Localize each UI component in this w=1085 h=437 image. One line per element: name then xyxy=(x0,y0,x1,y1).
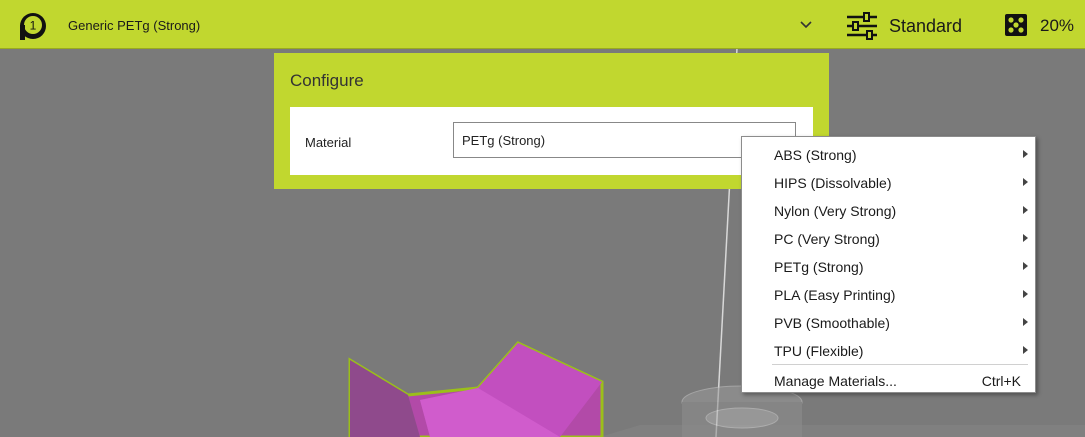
menu-item-label: PLA (Easy Printing) xyxy=(774,287,896,303)
settings-sliders-icon[interactable] xyxy=(845,12,879,40)
submenu-arrow-icon xyxy=(1023,318,1028,326)
extruder-number: 1 xyxy=(30,19,37,33)
menu-item-label: ABS (Strong) xyxy=(774,147,857,163)
material-select-value: PETg (Strong) xyxy=(462,133,546,148)
configure-title: Configure xyxy=(290,71,364,90)
material-label: Material xyxy=(305,135,352,150)
submenu-arrow-icon xyxy=(1023,234,1028,242)
chevron-down-icon[interactable] xyxy=(798,16,814,32)
submenu-arrow-icon xyxy=(1023,206,1028,214)
menu-item-manage-materials[interactable]: Manage Materials... Ctrl+K xyxy=(743,366,1034,394)
submenu-arrow-icon xyxy=(1023,150,1028,158)
build-plate xyxy=(600,425,1085,437)
menu-separator xyxy=(772,364,1028,365)
menu-item-label: Manage Materials... xyxy=(774,373,897,389)
infill-label[interactable]: 20% xyxy=(1040,16,1074,36)
menu-item-label: PC (Very Strong) xyxy=(774,231,880,247)
menu-item-nylon[interactable]: Nylon (Very Strong) xyxy=(743,196,1034,224)
profile-label[interactable]: Standard xyxy=(889,16,962,37)
menu-item-pla[interactable]: PLA (Easy Printing) xyxy=(743,280,1034,308)
menu-item-pc[interactable]: PC (Very Strong) xyxy=(743,224,1034,252)
menu-item-label: Nylon (Very Strong) xyxy=(774,203,897,219)
submenu-arrow-icon xyxy=(1023,178,1028,186)
configure-body: Material PETg (Strong) xyxy=(290,107,813,175)
submenu-arrow-icon xyxy=(1023,346,1028,354)
submenu-arrow-icon xyxy=(1023,262,1028,270)
top-toolbar: 1 Generic PETg (Strong) Standard 20% xyxy=(0,0,1085,49)
menu-item-petg[interactable]: PETg (Strong) xyxy=(743,252,1034,280)
menu-item-label: PVB (Smoothable) xyxy=(774,315,890,331)
material-name[interactable]: Generic PETg (Strong) xyxy=(68,18,200,33)
menu-item-label: PETg (Strong) xyxy=(774,259,864,275)
menu-item-label: HIPS (Dissolvable) xyxy=(774,175,892,191)
infill-pattern-icon[interactable] xyxy=(1004,13,1028,37)
menu-item-hips[interactable]: HIPS (Dissolvable) xyxy=(743,168,1034,196)
shortcut-label: Ctrl+K xyxy=(981,373,1021,389)
submenu-arrow-icon xyxy=(1023,290,1028,298)
menu-item-abs[interactable]: ABS (Strong) xyxy=(743,140,1034,168)
menu-item-tpu[interactable]: TPU (Flexible) xyxy=(743,336,1034,364)
model-object[interactable] xyxy=(348,341,604,437)
menu-item-pvb[interactable]: PVB (Smoothable) xyxy=(743,308,1034,336)
material-menu: ABS (Strong) HIPS (Dissolvable) Nylon (V… xyxy=(741,136,1036,393)
menu-item-label: TPU (Flexible) xyxy=(774,343,864,359)
extruder-badge-icon[interactable]: 1 xyxy=(18,11,48,41)
